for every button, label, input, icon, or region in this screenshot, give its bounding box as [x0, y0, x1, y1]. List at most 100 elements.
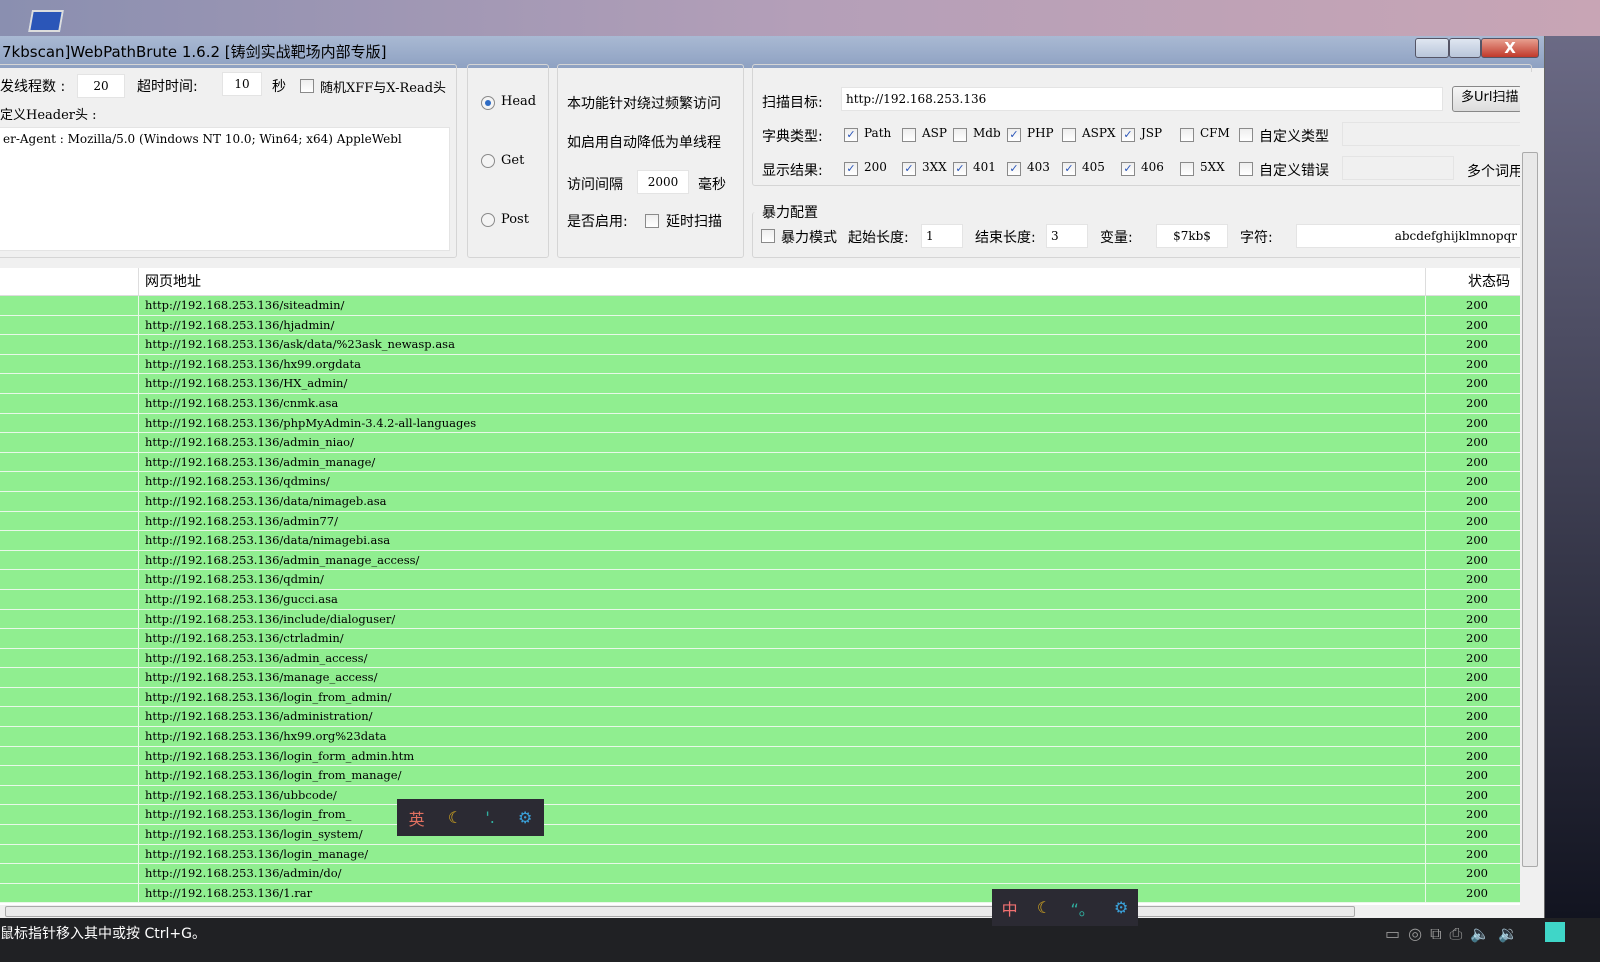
desktop-computer-icon[interactable] — [28, 10, 64, 32]
row-url: http://192.168.253.136/login_form_admin.… — [145, 748, 415, 763]
table-row[interactable]: http://192.168.253.136/siteadmin/200 — [0, 296, 1520, 316]
table-row[interactable]: http://192.168.253.136/administration/20… — [0, 707, 1520, 728]
table-row[interactable]: http://192.168.253.136/login_system/200 — [0, 825, 1520, 845]
horizontal-scrollbar[interactable] — [0, 905, 1520, 918]
custom-type-input[interactable] — [1342, 122, 1522, 146]
table-row[interactable]: http://192.168.253.136/qdmin/200 — [0, 570, 1520, 590]
dict-type-checkbox[interactable] — [902, 128, 916, 142]
gear-icon[interactable]: ⚙ — [1114, 898, 1128, 917]
row-url: http://192.168.253.136/hjadmin/ — [145, 317, 335, 332]
column-header-url[interactable]: 网页地址 — [145, 268, 201, 296]
table-row[interactable]: http://192.168.253.136/HX_admin/200 — [0, 374, 1520, 394]
result-type-checkbox[interactable]: ✓ — [844, 162, 858, 176]
timeout-input[interactable]: 10 — [222, 72, 262, 96]
vertical-scrollbar[interactable] — [1520, 72, 1540, 905]
table-row[interactable]: http://192.168.253.136/manage_access/200 — [0, 668, 1520, 688]
punctuation-icon[interactable]: “。 — [1070, 896, 1094, 920]
dict-type-checkbox[interactable]: ✓ — [844, 128, 858, 142]
table-row[interactable]: http://192.168.253.136/admin/do/200 — [0, 864, 1520, 884]
variable-input[interactable]: $7kb$ — [1156, 224, 1228, 248]
result-type-checkbox[interactable]: ✓ — [902, 162, 916, 176]
dict-type-checkbox[interactable]: ✓ — [1007, 128, 1021, 142]
table-row[interactable]: http://192.168.253.136/data/nimageb.asa 2… — [0, 491, 1520, 512]
dict-type-label: 自定义类型 — [1259, 129, 1329, 145]
row-status-code: 200 — [1466, 866, 1488, 881]
result-type-checkbox[interactable] — [1180, 162, 1194, 176]
row-url: http://192.168.253.136/phpMyAdmin-3.4.2-… — [145, 415, 477, 430]
gear-icon[interactable]: ⚙ — [518, 808, 532, 827]
ime-mode-indicator[interactable]: 中 — [1002, 896, 1018, 920]
punctuation-icon[interactable]: '. — [485, 808, 494, 827]
dict-type-checkbox[interactable] — [1239, 128, 1253, 142]
dict-type-checkbox[interactable] — [1180, 128, 1194, 142]
table-row[interactable]: http://192.168.253.136/ctrladmin/200 — [0, 629, 1520, 649]
table-row[interactable]: http://192.168.253.136/ask/data/%23ask_n… — [0, 335, 1520, 355]
table-row[interactable]: http://192.168.253.136/login_form_admin.… — [0, 746, 1520, 767]
result-type-checkbox[interactable]: ✓ — [1007, 162, 1021, 176]
column-header-status[interactable]: 状态码 — [1468, 268, 1510, 296]
row-url: http://192.168.253.136/login_from_admin/ — [145, 689, 392, 704]
dict-type-checkbox[interactable] — [1062, 128, 1076, 142]
custom-error-input[interactable] — [1342, 156, 1454, 180]
row-status-code: 200 — [1466, 670, 1488, 685]
result-type-label: 401 — [973, 160, 996, 174]
table-row[interactable]: http://192.168.253.136/hjadmin/200 — [0, 315, 1520, 336]
target-input[interactable]: http://192.168.253.136 — [841, 87, 1443, 111]
ime-mode-indicator[interactable]: 英 — [409, 806, 425, 830]
vertical-scroll-thumb[interactable] — [1522, 152, 1538, 867]
method-post-radio[interactable] — [481, 213, 495, 227]
ime-toolbar-taskbar[interactable]: 中 ☾ “。 ⚙ — [992, 889, 1138, 926]
table-row[interactable]: http://192.168.253.136/login_from_admin/… — [0, 687, 1520, 708]
result-type-checkbox[interactable] — [1239, 162, 1253, 176]
maximize-button[interactable] — [1449, 38, 1481, 58]
moon-icon[interactable]: ☾ — [448, 808, 462, 827]
random-xff-checkbox[interactable] — [300, 79, 314, 93]
method-head-radio[interactable] — [481, 96, 495, 110]
header-textarea[interactable]: er-Agent : Mozilla/5.0 (Windows NT 10.0;… — [0, 127, 450, 251]
table-row[interactable]: http://192.168.253.136/admin_manage/200 — [0, 452, 1520, 473]
table-row[interactable]: http://192.168.253.136/data/nimagebi.asa… — [0, 531, 1520, 551]
delay-scan-checkbox[interactable] — [645, 214, 659, 228]
result-type-label: 显示结果: — [762, 163, 823, 179]
table-row[interactable]: http://192.168.253.136/admin_niao/200 — [0, 433, 1520, 453]
moon-icon[interactable]: ☾ — [1037, 898, 1051, 917]
minimize-button[interactable] — [1415, 38, 1449, 58]
table-row[interactable]: http://192.168.253.136/login_manage/200 — [0, 844, 1520, 865]
row-url: http://192.168.253.136/admin_manage/ — [145, 454, 376, 469]
table-row[interactable]: http://192.168.253.136/qdmins/200 — [0, 472, 1520, 492]
table-row[interactable]: http://192.168.253.136/hx99.org%23data 20… — [0, 727, 1520, 747]
interval-input[interactable]: 2000 — [637, 170, 689, 194]
row-url: http://192.168.253.136/HX_admin/ — [145, 376, 348, 391]
horizontal-scroll-thumb[interactable] — [5, 906, 1355, 917]
ime-toolbar-floating[interactable]: 英 ☾ '. ⚙ — [397, 799, 544, 836]
result-type-checkbox[interactable]: ✓ — [1121, 162, 1135, 176]
table-row[interactable]: http://192.168.253.136/admin77/200 — [0, 511, 1520, 532]
random-xff-label: 随机XFF与X-Read头 — [320, 81, 447, 96]
table-row[interactable]: http://192.168.253.136/include/dialoguse… — [0, 609, 1520, 630]
dict-type-checkbox[interactable] — [953, 128, 967, 142]
table-row[interactable]: http://192.168.253.136/ubbcode/200 — [0, 785, 1520, 806]
tray-icons[interactable]: ▭◎⧉⎙🔈🔉 — [1385, 924, 1526, 944]
result-type-checkbox[interactable]: ✓ — [953, 162, 967, 176]
table-row[interactable]: http://192.168.253.136/hx99.orgdata 200 — [0, 354, 1520, 375]
end-len-input[interactable]: 3 — [1046, 224, 1088, 248]
table-row[interactable]: http://192.168.253.136/login_from_manage… — [0, 766, 1520, 786]
multi-url-scan-button[interactable]: 多Url扫描 — [1452, 86, 1522, 112]
threads-input[interactable]: 20 — [77, 74, 125, 98]
result-type-checkbox[interactable]: ✓ — [1062, 162, 1076, 176]
delay-desc-1: 本功能针对绕过频繁访问 — [567, 96, 721, 112]
brute-mode-checkbox[interactable] — [761, 229, 775, 243]
dict-type-checkbox[interactable]: ✓ — [1121, 128, 1135, 142]
table-row[interactable]: http://192.168.253.136/gucci.asa 200 — [0, 589, 1520, 610]
table-row[interactable]: http://192.168.253.136/1.rar 200 — [0, 883, 1520, 904]
table-row[interactable]: http://192.168.253.136/phpMyAdmin-3.4.2-… — [0, 413, 1520, 434]
table-row[interactable]: http://192.168.253.136/cnmk.asa 200 — [0, 393, 1520, 414]
chars-input[interactable]: abcdefghijklmnopqr — [1296, 224, 1522, 248]
table-row[interactable]: http://192.168.253.136/admin_access/200 — [0, 648, 1520, 669]
table-row[interactable]: http://192.168.253.136/admin_manage_acce… — [0, 550, 1520, 571]
method-get-radio[interactable] — [481, 154, 495, 168]
notes-icon[interactable] — [1545, 922, 1565, 942]
start-len-input[interactable]: 1 — [921, 224, 963, 248]
table-row[interactable]: http://192.168.253.136/login_from_ 200 — [0, 805, 1520, 826]
close-button[interactable]: X — [1481, 38, 1539, 58]
